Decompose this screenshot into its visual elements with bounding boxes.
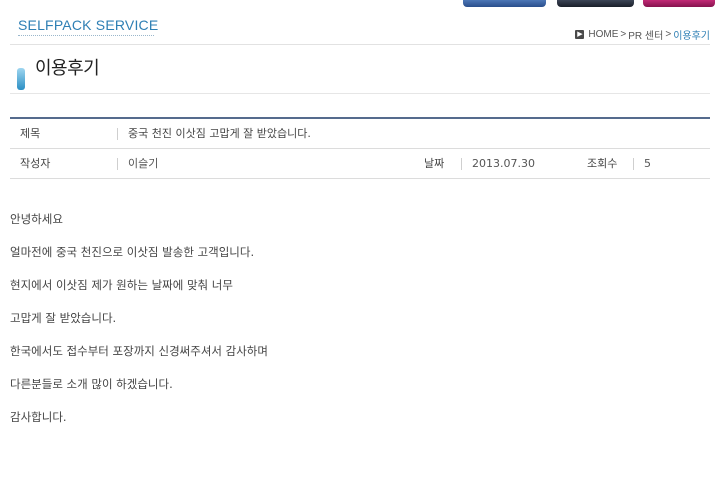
title-marker — [17, 68, 25, 90]
body-line: 현지에서 이삿짐 제가 원하는 날짜에 맞춰 너무 — [10, 278, 233, 292]
divider — [10, 44, 710, 45]
banner-thumbnail-blue[interactable] — [463, 0, 546, 7]
column-separator — [117, 158, 118, 170]
breadcrumb-current: 이용후기 — [673, 31, 710, 42]
banner-thumbnail-dark[interactable] — [557, 0, 634, 7]
body-line: 얼마전에 중국 천진으로 이삿짐 발송한 고객입니다. — [10, 245, 255, 259]
column-separator — [117, 128, 118, 140]
post-body: 안녕하세요 얼마전에 중국 천진으로 이삿짐 발송한 고객입니다. 현지에서 이… — [10, 209, 268, 440]
subject-row: 제목 중국 천진 이삿짐 고맙게 잘 받았습니다. — [10, 119, 710, 149]
post-meta-table: 제목 중국 천진 이삿짐 고맙게 잘 받았습니다. 작성자 이슬기 날짜 201… — [10, 117, 710, 179]
breadcrumb-home[interactable]: HOME — [588, 29, 618, 40]
date-label: 날짜 — [424, 157, 445, 170]
subject-value: 중국 천진 이삿짐 고맙게 잘 받았습니다. — [128, 127, 311, 140]
body-line: 한국에서도 접수부터 포장까지 신경써주셔서 감사하며 — [10, 344, 268, 358]
site-logo[interactable]: SELFPACK SERVICE — [18, 17, 158, 33]
info-row: 작성자 이슬기 날짜 2013.07.30 조회수 5 — [10, 149, 710, 179]
top-bar: SELFPACK SERVICE ▶ HOME > PR 센터 > 이용후기 — [0, 0, 720, 44]
breadcrumb-section[interactable]: PR 센터 — [628, 27, 663, 42]
banner-thumbnail-pink[interactable] — [643, 0, 715, 7]
breadcrumb-separator: > — [665, 29, 672, 40]
author-label: 작성자 — [20, 157, 51, 170]
logo-underline — [18, 35, 154, 37]
breadcrumb: ▶ HOME > PR 센터 > 이용후기 — [575, 27, 710, 42]
arrow-icon: ▶ — [575, 30, 585, 39]
body-line: 감사합니다. — [10, 410, 67, 424]
page-title: 이용후기 — [35, 58, 100, 79]
author-value: 이슬기 — [128, 157, 159, 170]
views-label: 조회수 — [587, 157, 618, 170]
body-line: 고맙게 잘 받았습니다. — [10, 311, 117, 325]
divider — [10, 93, 710, 94]
column-separator — [633, 158, 634, 170]
body-line: 다른분들로 소개 많이 하겠습니다. — [10, 377, 173, 391]
breadcrumb-separator: > — [620, 29, 627, 40]
date-value: 2013.07.30 — [472, 157, 535, 170]
subject-label: 제목 — [20, 127, 41, 140]
views-value: 5 — [644, 157, 651, 170]
column-separator — [461, 158, 462, 170]
body-line: 안녕하세요 — [10, 212, 63, 226]
